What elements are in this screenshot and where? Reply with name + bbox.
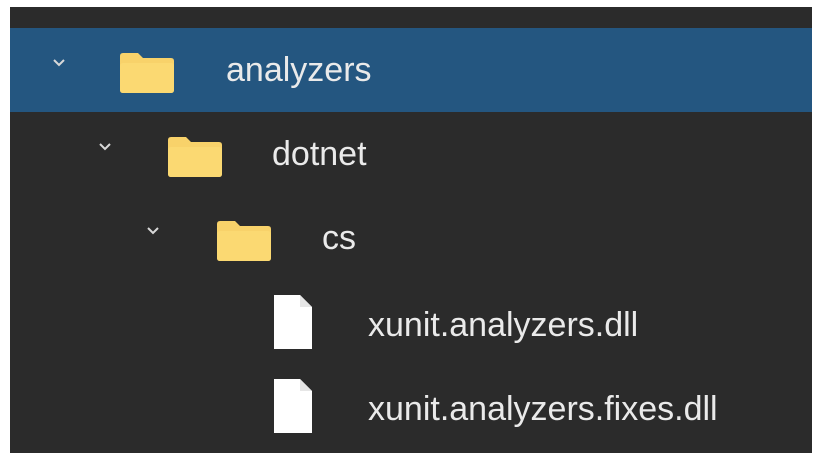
tree-item-xunit-analyzers-dll[interactable]: xunit.analyzers.dll [10,283,812,367]
tree-item-xunit-analyzers-fixes-dll[interactable]: xunit.analyzers.fixes.dll [10,367,812,451]
tree-item-analyzers[interactable]: analyzers [10,28,812,112]
tree-item-dotnet[interactable]: dotnet [10,112,812,196]
top-strip [10,7,812,27]
tree-item-label: xunit.analyzers.fixes.dll [368,390,718,428]
chevron-down-icon[interactable] [144,222,162,240]
tree-item-label: cs [322,219,356,257]
tree-item-label: dotnet [272,135,367,173]
chevron-down-icon[interactable] [96,138,114,156]
file-tree: analyzers dotnet cs xunit.analyzers.dll [10,7,812,453]
tree-item-cs[interactable]: cs [10,196,812,280]
folder-icon [120,53,174,93]
file-icon [274,295,312,349]
tree-item-label: xunit.analyzers.dll [368,306,639,344]
file-icon [274,379,312,433]
folder-icon [217,221,271,261]
tree-item-label: analyzers [226,51,372,89]
folder-icon [168,137,222,177]
chevron-down-icon[interactable] [50,54,68,72]
